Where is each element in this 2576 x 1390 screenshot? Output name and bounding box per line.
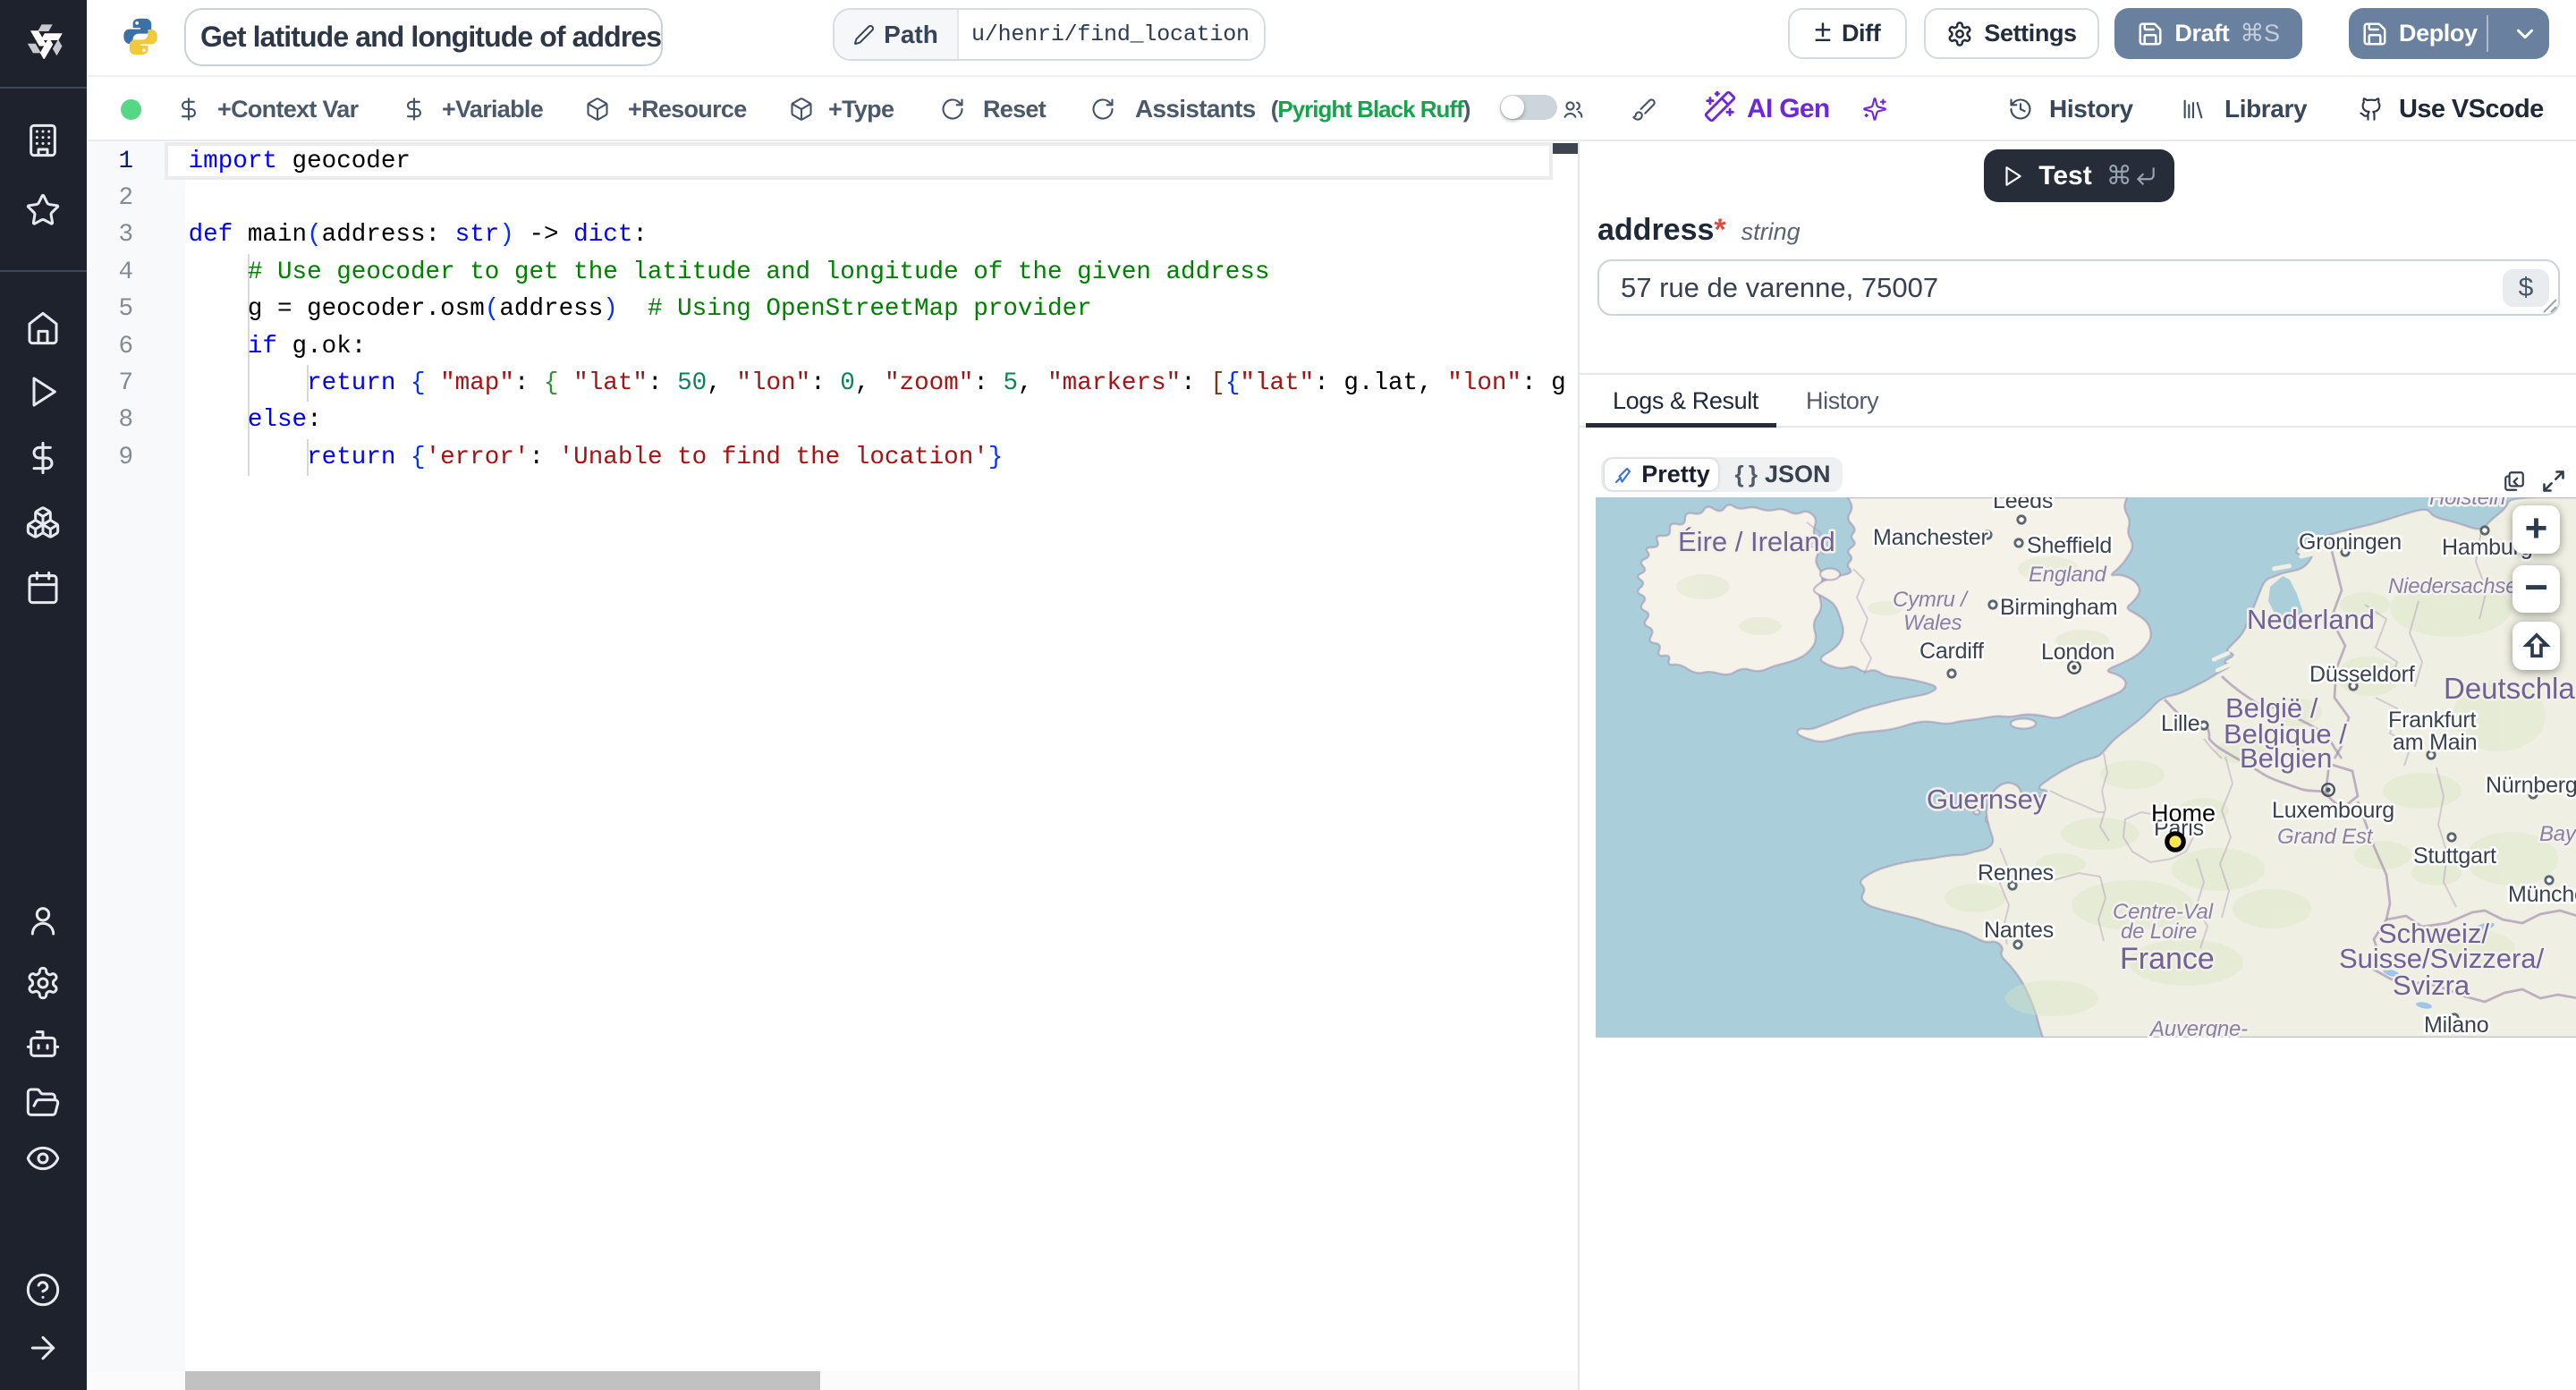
svg-text:Rennes: Rennes [1978,860,2054,886]
svg-text:Deutschland: Deutschland [2444,672,2576,705]
svg-text:Stuttgart: Stuttgart [2413,843,2496,869]
svg-text:München: München [2508,882,2576,907]
svg-text:Nederland: Nederland [2247,604,2375,635]
svg-text:London: London [2041,640,2114,665]
svg-text:Frankfurt: Frankfurt [2388,708,2476,733]
svg-text:Cardiff: Cardiff [1919,639,1984,664]
svg-text:Groningen: Groningen [2299,530,2402,555]
svg-text:Belgien: Belgien [2240,742,2332,774]
svg-text:Wales: Wales [1903,611,1962,635]
svg-text:Düsseldorf: Düsseldorf [2309,662,2415,687]
svg-text:Lille: Lille [2161,711,2199,736]
svg-text:Leeds: Leeds [1993,497,2053,513]
svg-text:Svizra: Svizra [2393,970,2470,1001]
svg-text:Birmingham: Birmingham [2000,595,2117,620]
svg-text:Milano: Milano [2424,1013,2488,1038]
svg-text:Niedersachsen: Niedersachsen [2388,574,2529,598]
svg-text:Bay: Bay [2539,822,2576,846]
svg-text:Nantes: Nantes [1984,918,2054,943]
svg-text:Cymru /: Cymru / [1893,588,1969,612]
svg-text:Luxembourg: Luxembourg [2272,798,2394,823]
svg-text:Home: Home [2151,800,2216,826]
svg-text:England: England [2029,563,2107,587]
svg-text:Éire / Ireland: Éire / Ireland [1678,526,1835,557]
svg-text:Manchester: Manchester [1873,525,1988,550]
svg-text:France: France [2120,942,2215,976]
svg-text:Auvergne-: Auvergne- [2148,1017,2248,1038]
svg-text:Sheffield: Sheffield [2027,533,2112,558]
svg-text:Nürnberg: Nürnberg [2486,773,2576,798]
svg-text:Holstein: Holstein [2429,497,2505,510]
svg-text:de Loire: de Loire [2121,920,2197,944]
svg-text:Guernsey: Guernsey [1927,784,2047,815]
svg-text:Grand Est: Grand Est [2277,825,2374,849]
svg-text:am Main: am Main [2393,730,2477,755]
